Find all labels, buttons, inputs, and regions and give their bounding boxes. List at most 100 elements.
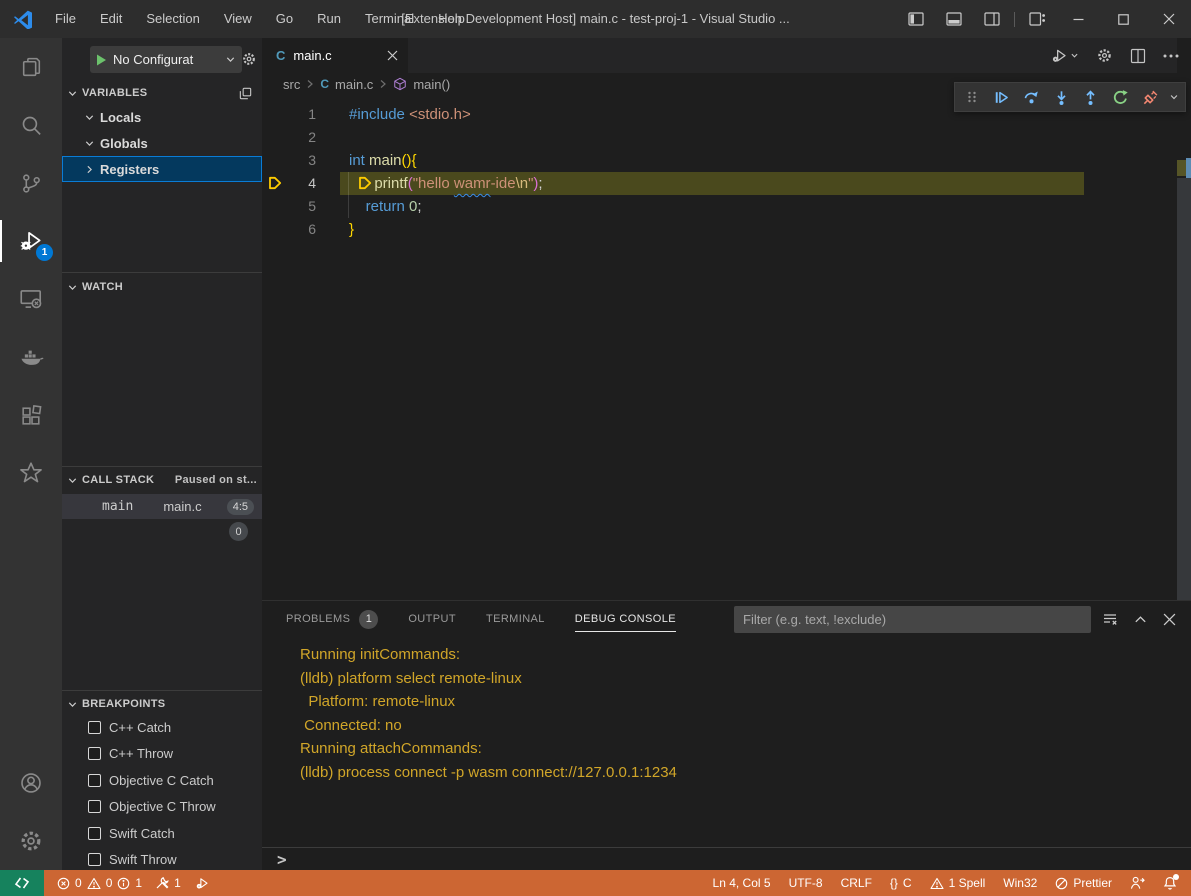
breakpoint-checkbox[interactable] [88, 800, 101, 813]
debug-continue-icon[interactable] [989, 84, 1015, 110]
feedback-person-icon[interactable] [1130, 876, 1145, 890]
close-panel-icon[interactable] [1163, 613, 1176, 626]
toggle-panel-icon[interactable] [935, 0, 973, 38]
breadcrumb-folder[interactable]: src [283, 77, 300, 92]
toggle-secondary-sidebar-icon[interactable] [973, 0, 1011, 38]
run-and-debug-icon[interactable]: 1 [0, 212, 62, 270]
toolbar-drag-handle-icon[interactable] [959, 84, 985, 110]
debug-settings-gear-icon[interactable] [241, 51, 257, 67]
customize-layout-icon[interactable] [1018, 0, 1056, 38]
breakpoint-checkbox[interactable] [88, 827, 101, 840]
menu-view[interactable]: View [212, 0, 264, 38]
debug-status-icon[interactable] [194, 876, 210, 891]
problems-summary[interactable]: 0 0 1 [57, 876, 142, 890]
breakpoint-row[interactable]: Objective C Throw [62, 794, 262, 820]
line-number[interactable]: 5 [262, 195, 316, 218]
notifications-bell-icon[interactable] [1163, 876, 1177, 891]
line-number[interactable]: 6 [262, 218, 316, 241]
overview-ruler[interactable] [1177, 38, 1191, 600]
source-control-icon[interactable] [0, 154, 62, 212]
maximize-panel-icon[interactable] [1133, 612, 1148, 627]
breakpoint-row[interactable]: C++ Catch [62, 714, 262, 740]
menu-file[interactable]: File [43, 0, 88, 38]
code-area[interactable]: 1#include <stdio.h>23int main(){4 printf… [262, 95, 1177, 600]
panel-tab-output[interactable]: OUTPUT [408, 601, 456, 637]
search-icon[interactable] [0, 96, 62, 154]
debug-start-icon[interactable] [96, 54, 107, 66]
tools-status[interactable]: 1 [155, 876, 181, 890]
breakpoint-checkbox[interactable] [88, 721, 101, 734]
docker-icon[interactable] [0, 328, 62, 386]
explorer-icon[interactable] [0, 38, 62, 96]
code-line-3[interactable]: 3int main(){ [262, 149, 1177, 172]
chevron-down-icon[interactable] [1167, 84, 1181, 110]
breakpoints-section-header[interactable]: BREAKPOINTS [62, 693, 262, 715]
eol-indicator[interactable]: CRLF [841, 876, 872, 890]
debug-step-out-icon[interactable] [1078, 84, 1104, 110]
debug-restart-icon[interactable] [1108, 84, 1134, 110]
debug-console-filter-input[interactable] [734, 606, 1091, 633]
menu-run[interactable]: Run [305, 0, 353, 38]
variables-scope-registers[interactable]: Registers [62, 156, 262, 182]
platform-indicator[interactable]: Win32 [1003, 876, 1037, 890]
close-button-icon[interactable] [1146, 0, 1191, 38]
star-icon[interactable] [0, 444, 62, 502]
code-line-4[interactable]: 4 printf("hello wamr-ide\n"); [262, 172, 1177, 195]
line-number[interactable]: 1 [262, 103, 316, 126]
code-line-5[interactable]: 5 return 0; [262, 195, 1177, 218]
breakpoint-checkbox[interactable] [88, 774, 101, 787]
more-actions-icon[interactable] [1163, 54, 1179, 58]
scrollbar-slider[interactable] [1177, 178, 1191, 600]
remote-explorer-icon[interactable] [0, 270, 62, 328]
clear-console-icon[interactable] [1102, 611, 1118, 627]
line-number[interactable]: 3 [262, 149, 316, 172]
code-line-2[interactable]: 2 [262, 126, 1177, 149]
menu-selection[interactable]: Selection [134, 0, 211, 38]
debug-step-over-icon[interactable] [1018, 84, 1044, 110]
code-line-6[interactable]: 6} [262, 218, 1177, 241]
tab-close-icon[interactable] [387, 50, 398, 61]
panel-tab-debug-console[interactable]: DEBUG CONSOLE [575, 601, 676, 637]
panel-tab-terminal[interactable]: TERMINAL [486, 601, 545, 637]
breakpoint-row[interactable]: Swift Catch [62, 820, 262, 846]
line-number[interactable]: 2 [262, 126, 316, 149]
language-mode[interactable]: {} C [890, 876, 912, 890]
breakpoint-row[interactable]: C++ Throw [62, 741, 262, 767]
maximize-button-icon[interactable] [1101, 0, 1146, 38]
settings-gear-icon[interactable] [0, 812, 62, 870]
minimize-button-icon[interactable] [1056, 0, 1101, 38]
menu-go[interactable]: Go [264, 0, 305, 38]
breakpoint-checkbox[interactable] [88, 747, 101, 760]
split-editor-icon[interactable] [1130, 48, 1146, 64]
cursor-position[interactable]: Ln 4, Col 5 [713, 876, 771, 890]
breakpoint-row[interactable]: Swift Throw [62, 847, 262, 871]
debug-disconnect-icon[interactable] [1137, 84, 1163, 110]
line-number[interactable]: 4 [262, 172, 316, 195]
breadcrumb-file[interactable]: main.c [335, 77, 373, 92]
editor-settings-gear-icon[interactable] [1096, 47, 1113, 64]
accounts-icon[interactable] [0, 754, 62, 812]
formatter-status[interactable]: Prettier [1055, 876, 1112, 890]
remote-indicator[interactable] [0, 870, 44, 896]
breakpoint-checkbox[interactable] [88, 853, 101, 866]
menu-edit[interactable]: Edit [88, 0, 134, 38]
watch-section-header[interactable]: WATCH [62, 276, 262, 298]
copy-value-icon[interactable] [238, 86, 253, 101]
extensions-icon[interactable] [0, 386, 62, 444]
breadcrumb-symbol[interactable]: main() [413, 77, 450, 92]
debug-step-into-icon[interactable] [1048, 84, 1074, 110]
toggle-primary-sidebar-icon[interactable] [897, 0, 935, 38]
call-stack-section-header[interactable]: CALL STACK Paused on st... [62, 469, 262, 491]
tab-main-c[interactable]: C main.c [262, 38, 408, 73]
run-or-debug-icon[interactable] [1050, 47, 1079, 65]
breakpoint-row[interactable]: Objective C Catch [62, 767, 262, 793]
stack-frame-row[interactable]: main main.c 4:5 [62, 494, 262, 519]
variables-section-header[interactable]: VARIABLES [62, 82, 262, 104]
variables-scope-globals[interactable]: Globals [62, 130, 262, 156]
debug-console-input[interactable]: > [262, 847, 1191, 871]
spell-checker-status[interactable]: 1 Spell [930, 876, 986, 890]
debug-configuration-dropdown[interactable]: No Configurat [90, 46, 242, 73]
panel-tab-problems[interactable]: PROBLEMS1 [286, 601, 378, 637]
variables-scope-locals[interactable]: Locals [62, 104, 262, 130]
encoding-indicator[interactable]: UTF-8 [789, 876, 823, 890]
